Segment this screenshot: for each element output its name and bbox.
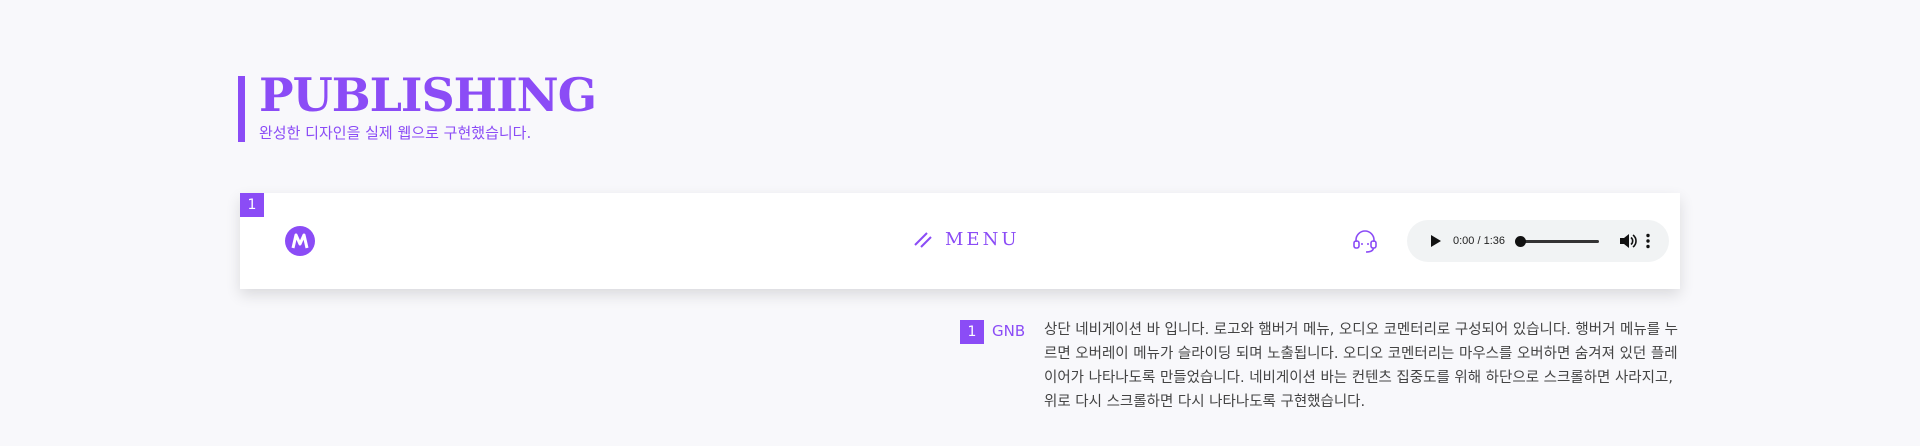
section-title-block: PUBLISHING 완성한 디자인을 실제 웹으로 구현했습니다. — [238, 72, 597, 142]
hamburger-slash-icon — [914, 231, 932, 248]
gnb-preview: 1 MENU 0:00 / 1:36 — [240, 193, 1680, 289]
description-text: 상단 네비게이션 바 입니다. 로고와 햄버거 메뉴, 오디오 코멘터리로 구성… — [1044, 322, 1679, 410]
more-vertical-icon[interactable] — [1645, 233, 1651, 249]
logo-icon[interactable] — [285, 226, 315, 256]
audio-progress-thumb[interactable] — [1515, 235, 1526, 247]
headset-icon[interactable] — [1352, 228, 1378, 254]
menu-label: MENU — [945, 229, 1020, 250]
audio-time: 0:00 / 1:36 — [1453, 235, 1505, 247]
page-title: PUBLISHING — [259, 68, 597, 122]
play-icon[interactable] — [1431, 235, 1441, 247]
hamburger-menu-button[interactable]: MENU — [913, 229, 1020, 250]
page-subtitle: 완성한 디자인을 실제 웹으로 구현했습니다. — [259, 124, 532, 142]
audio-progress-bar[interactable] — [1515, 235, 1599, 247]
description-number-badge: 1 — [960, 320, 984, 344]
audio-player: 0:00 / 1:36 — [1407, 220, 1669, 262]
section-number-badge: 1 — [240, 193, 264, 217]
description-label: GNB — [992, 322, 1026, 340]
volume-icon[interactable] — [1619, 233, 1637, 249]
